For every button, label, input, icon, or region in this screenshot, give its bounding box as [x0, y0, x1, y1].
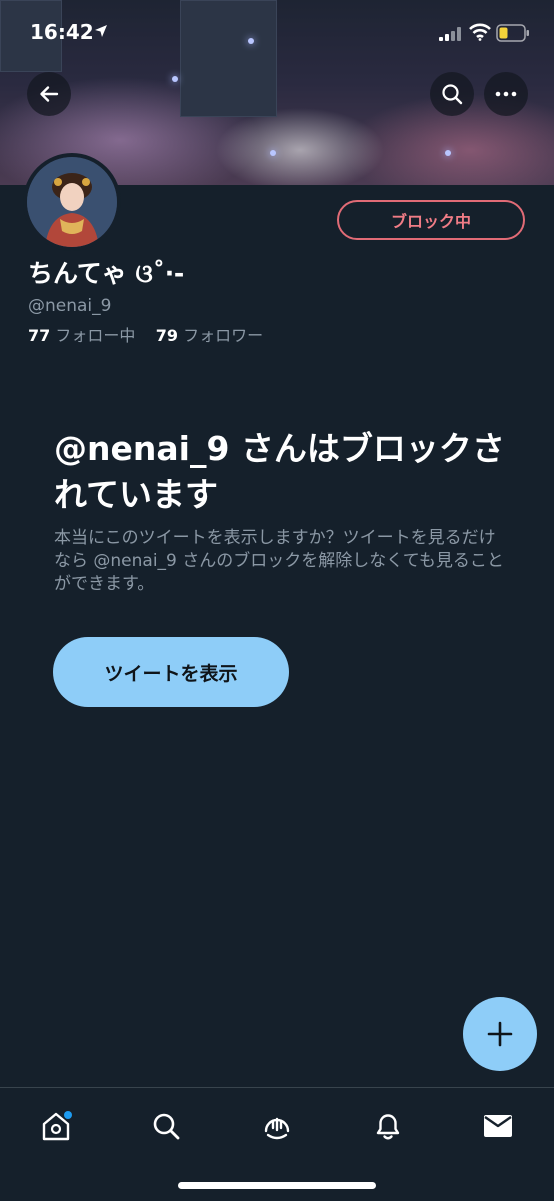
follow-stats: 77 フォロー中 79 フォロワー: [28, 322, 263, 346]
notifications-icon: [376, 1114, 400, 1140]
view-tweets-button[interactable]: ツイートを表示: [53, 637, 289, 707]
battery-icon: [496, 24, 529, 42]
more-options-button[interactable]: [484, 72, 528, 116]
status-bar: 16:42: [0, 0, 554, 64]
messages-icon: [484, 1115, 512, 1137]
search-icon: [442, 84, 463, 105]
following-count: 77: [28, 326, 51, 345]
wifi-icon: [469, 23, 491, 41]
home-indicator: [178, 1182, 376, 1189]
cellular-signal-icon: [439, 27, 461, 41]
tab-notifications[interactable]: [368, 1106, 408, 1146]
tab-search[interactable]: [146, 1106, 186, 1146]
more-dots-icon: [495, 91, 517, 97]
tab-messages[interactable]: [478, 1106, 518, 1146]
banner-decoration: [270, 150, 276, 156]
avatar-image: [27, 157, 117, 247]
status-time: 16:42: [30, 20, 94, 44]
username-handle: @nenai_9: [28, 296, 112, 316]
search-icon: [153, 1113, 180, 1140]
tab-spaces[interactable]: [257, 1106, 297, 1146]
back-arrow-icon: [40, 86, 59, 102]
followers-link[interactable]: 79 フォロワー: [156, 326, 263, 345]
profile-avatar[interactable]: [23, 153, 121, 251]
plus-icon: [487, 1021, 513, 1047]
back-button[interactable]: [27, 72, 71, 116]
display-name: ちんてゃ ଓ˚‧-: [28, 259, 185, 288]
blocked-notice-title: @nenai_9 さんはブロックされています: [54, 429, 505, 514]
blocked-notice-description: 本当にこのツイートを表示しますか？ツイートを見るだけなら @nenai_9 さん…: [54, 528, 504, 594]
blocking-button[interactable]: ブロック中: [337, 200, 525, 240]
compose-tweet-button[interactable]: [463, 997, 537, 1071]
banner-decoration: [445, 150, 451, 156]
tab-home[interactable]: [36, 1106, 76, 1146]
spaces-icon: [264, 1117, 290, 1140]
following-label: フォロー中: [55, 326, 136, 345]
location-arrow-icon: [95, 25, 107, 37]
following-link[interactable]: 77 フォロー中: [28, 326, 135, 345]
home-icon: [42, 1111, 72, 1141]
notification-dot-icon: [64, 1111, 72, 1119]
followers-count: 79: [155, 326, 178, 345]
banner-decoration: [172, 76, 178, 82]
followers-label: フォロワー: [183, 326, 264, 345]
search-button[interactable]: [430, 72, 474, 116]
